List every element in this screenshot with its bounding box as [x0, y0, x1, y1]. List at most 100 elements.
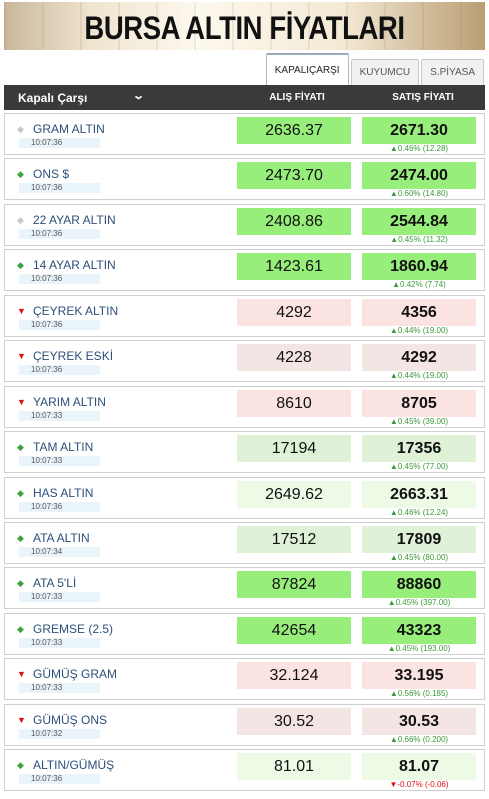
price-change: ▲0.46% (12.24) [389, 507, 449, 517]
price-row[interactable]: ▼ YARIM ALTIN 10:07:33 8610 8705 ▲0.45% (39.0… [4, 385, 485, 428]
price-row[interactable]: ◆ HAS ALTIN 10:07:36 2649.62 2663.31 ▲0.46% (… [4, 476, 485, 519]
sell-price: 8705 [362, 389, 476, 417]
arrow-up-icon: ◆ [17, 532, 24, 543]
price-change: ▲0.45% (80.00) [389, 552, 449, 562]
price-change: ▲0.45% (397.00) [387, 598, 451, 608]
diamond-icon: ◆ [17, 124, 24, 134]
arrow-down-icon: ▼ [17, 396, 26, 407]
price-change: ▲0.44% (19.00) [389, 371, 449, 381]
sell-price: 2544.84 [362, 207, 476, 235]
price-row[interactable]: ◆ ONS $ 10:07:36 2473.70 2474.00 ▲0.60% (14.8… [4, 158, 485, 201]
price-row[interactable]: ◆ ATA ALTIN 10:07:34 17512 17809 ▲0.45% (80.0… [4, 521, 485, 564]
buy-price: 87824 [237, 571, 351, 599]
price-change: ▲0.45% (39.00) [389, 416, 449, 426]
price-row[interactable]: ◆ 14 AYAR ALTIN 10:07:36 1423.61 1860.94 ▲0.4… [4, 249, 485, 292]
instrument-name[interactable]: ATA ALTIN [33, 531, 90, 545]
update-time: 10:07:36 [19, 774, 100, 785]
price-change: ▲0.45% (77.00) [389, 462, 449, 472]
instrument-name[interactable]: YARIM ALTIN [33, 395, 106, 409]
sell-price: 81.07 [362, 753, 476, 781]
tab-kuyumcu[interactable]: KUYUMCU [350, 59, 420, 85]
instrument-name[interactable]: ONS $ [33, 167, 69, 181]
price-change: ▲0.56% (0.185) [389, 689, 449, 699]
instrument-name[interactable]: ALTIN/GÜMÜŞ [33, 758, 114, 772]
buy-price: 4292 [237, 298, 351, 326]
sell-price: 2474.00 [362, 162, 476, 190]
arrow-up-icon: ◆ [17, 487, 24, 498]
price-row[interactable]: ▼ ÇEYREK ESKİ 10:07:36 4228 4292 ▲0.44% (19.0… [4, 340, 485, 383]
price-change: ▲0.45% (11.32) [390, 234, 448, 244]
update-time: 10:07:33 [19, 592, 100, 603]
sell-column-header: SATIŞ FİYATI [392, 92, 454, 103]
buy-price: 2408.86 [237, 207, 351, 235]
arrow-down-icon: ▼ [17, 351, 26, 362]
price-change: ▲0.46% (12.28) [389, 144, 449, 153]
instrument-name[interactable]: 22 AYAR ALTIN [33, 213, 116, 227]
instrument-name[interactable]: 14 AYAR ALTIN [33, 258, 116, 272]
chevron-down-icon[interactable]: ⌄ [132, 89, 145, 102]
buy-price: 81.01 [237, 753, 351, 781]
update-time: 10:07:34 [19, 546, 100, 557]
price-row[interactable]: ◆ ATA 5'Lİ 10:07:33 87824 88860 ▲0.45% (397.0… [4, 567, 485, 610]
sell-price: 43323 [362, 616, 476, 644]
update-time: 10:07:33 [19, 456, 100, 467]
price-row[interactable]: ◆ GREMSE (2.5) 10:07:33 42654 43323 ▲0.45% (1… [4, 612, 485, 655]
update-time: 10:07:33 [19, 637, 100, 648]
instrument-name[interactable]: HAS ALTIN [33, 486, 93, 500]
price-row[interactable]: ◆ TAM ALTIN 10:07:33 17194 17356 ▲0.45% (77.0… [4, 431, 485, 474]
arrow-up-icon: ◆ [17, 442, 24, 453]
price-row[interactable]: ▼ GÜMÜŞ GRAM 10:07:33 32.124 33.195 ▲0.56% (0… [4, 658, 485, 701]
price-change: ▲0.66% (0.200) [389, 734, 449, 744]
instrument-name[interactable]: GRAM ALTIN [33, 122, 105, 136]
instrument-name[interactable]: GÜMÜŞ ONS [33, 713, 107, 727]
instrument-name[interactable]: ÇEYREK ESKİ [33, 349, 113, 363]
price-row[interactable]: ◆ ALTIN/GÜMÜŞ 10:07:36 81.01 81.07 ▼-0.07% (-… [4, 749, 485, 792]
sell-price: 17356 [362, 435, 476, 463]
price-row[interactable]: ▼ GÜMÜŞ ONS 10:07:32 30.52 30.53 ▲0.66% (0.20… [4, 703, 485, 746]
instrument-name[interactable]: GREMSE (2.5) [33, 622, 113, 636]
sell-price: 88860 [362, 571, 476, 599]
market-selector-label[interactable]: Kapalı Çarşı [18, 91, 87, 105]
sell-price: 30.53 [362, 707, 476, 735]
buy-price: 8610 [237, 389, 351, 417]
buy-price: 17512 [237, 525, 351, 553]
price-change: ▲0.45% (193.00) [387, 643, 451, 653]
price-change: ▼-0.07% (-0.06) [389, 780, 449, 790]
instrument-name[interactable]: ÇEYREK ALTIN [33, 304, 118, 318]
tab-kapalicarsi[interactable]: KAPALIÇARŞI [265, 53, 349, 85]
instrument-name[interactable]: ATA 5'Lİ [33, 576, 76, 590]
banner: BURSA ALTIN FİYATLARI [4, 2, 485, 50]
buy-price: 2649.62 [237, 480, 351, 508]
tab-serbest-piyasa[interactable]: S.PİYASA [421, 59, 484, 85]
buy-price: 2636.37 [237, 117, 351, 144]
price-row[interactable]: ◆ 22 AYAR ALTIN 10:07:36 2408.86 2544.84 ▲0.4… [4, 203, 485, 246]
update-time: 10:07:36 [19, 319, 100, 330]
arrow-down-icon: ▼ [17, 714, 26, 725]
update-time: 10:07:36 [19, 228, 100, 239]
diamond-icon: ◆ [17, 214, 24, 225]
instrument-name[interactable]: GÜMÜŞ GRAM [33, 667, 117, 681]
table-header: Kapalı Çarşı ⌄ ALIŞ FİYATI SATIŞ FİYATI [4, 85, 485, 110]
instrument-name[interactable]: TAM ALTIN [33, 440, 93, 454]
update-time: 10:07:36 [19, 501, 100, 512]
price-change: ▲0.44% (19.00) [389, 325, 449, 335]
sell-price: 2671.30 [362, 117, 476, 144]
update-time: 10:07:36 [19, 138, 100, 148]
arrow-up-icon: ◆ [17, 623, 24, 634]
buy-price: 1423.61 [237, 253, 351, 281]
arrow-up-icon: ◆ [17, 760, 24, 771]
price-row[interactable]: ▼ ÇEYREK ALTIN 10:07:36 4292 4356 ▲0.44% (19.… [4, 294, 485, 337]
arrow-down-icon: ▼ [17, 305, 26, 316]
price-row[interactable]: ◆ GRAM ALTIN 10:07:36 2636.37 2671.30 ▲0.46% … [4, 113, 485, 155]
update-time: 10:07:36 [19, 183, 100, 194]
update-time: 10:07:36 [19, 274, 100, 285]
buy-price: 4228 [237, 344, 351, 372]
sell-price: 33.195 [362, 662, 476, 690]
arrow-up-icon: ◆ [17, 260, 24, 271]
market-tabs: KAPALIÇARŞI KUYUMCU S.PİYASA [265, 52, 484, 85]
update-time: 10:07:33 [19, 410, 100, 421]
update-time: 10:07:33 [19, 683, 100, 694]
update-time: 10:07:32 [19, 728, 100, 739]
sell-price: 17809 [362, 525, 476, 553]
banner-title: BURSA ALTIN FİYATLARI [84, 10, 405, 46]
